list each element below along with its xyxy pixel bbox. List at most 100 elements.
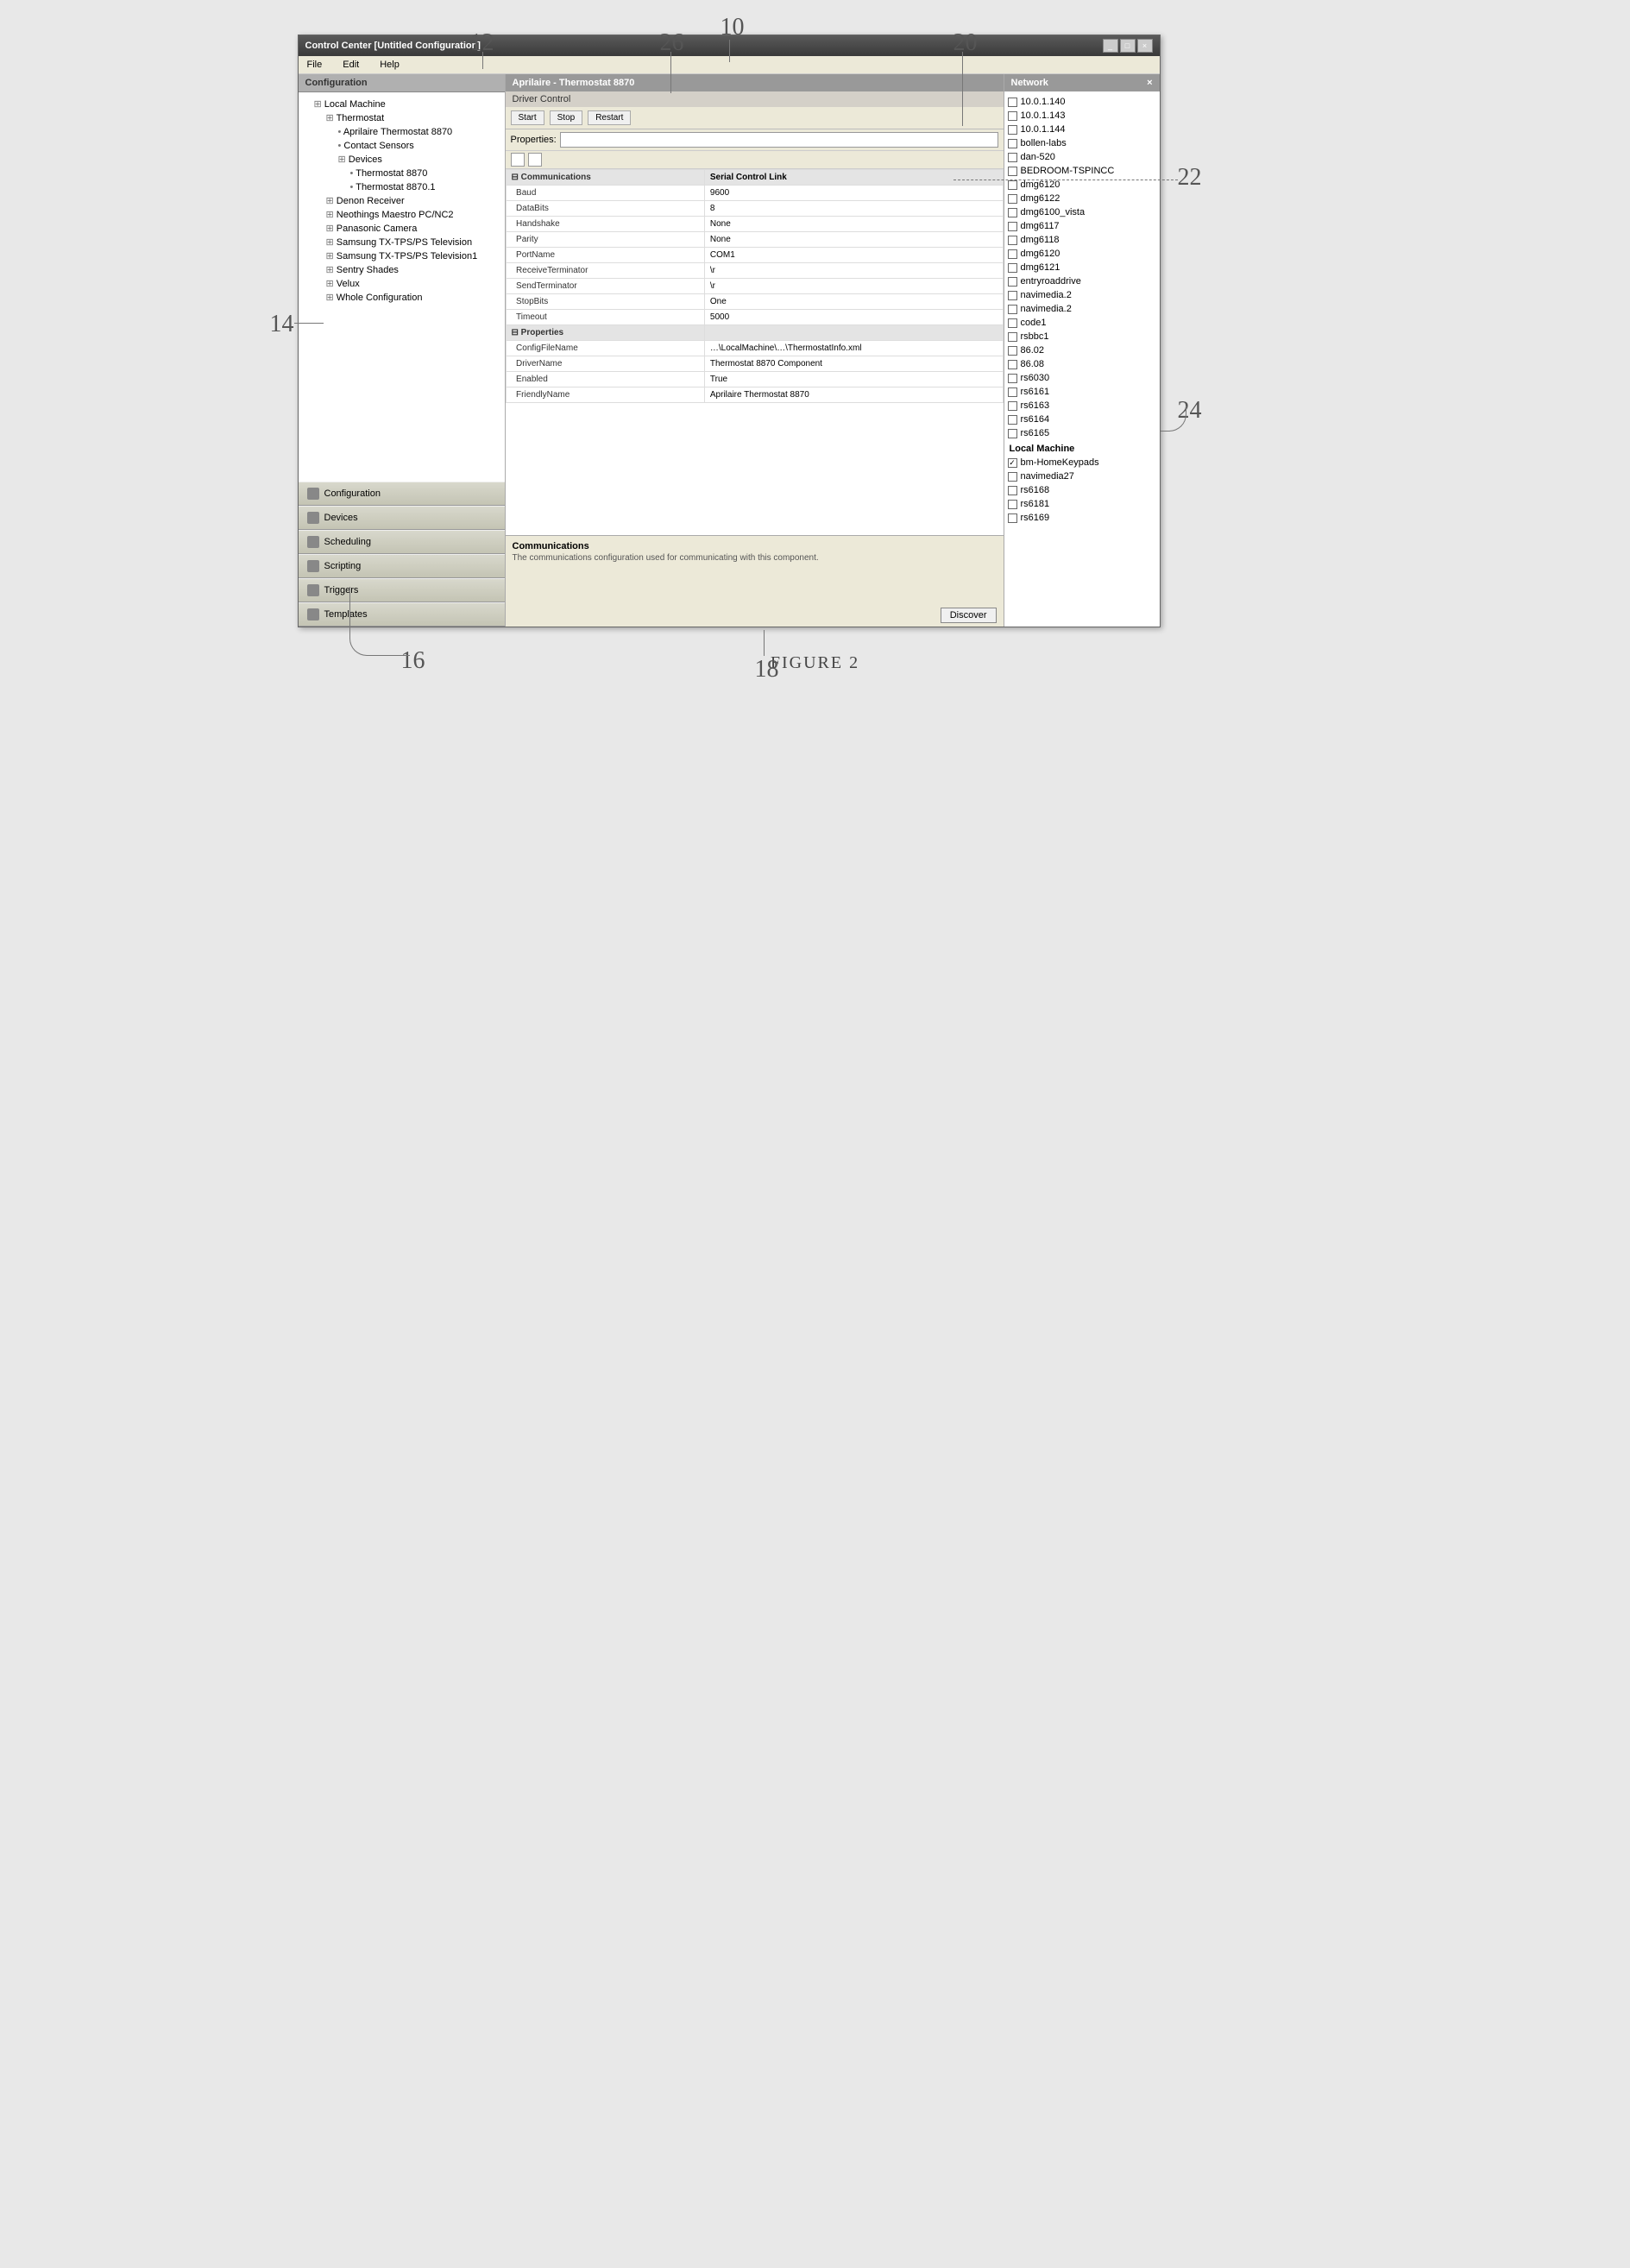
network-item[interactable]: rs6169 <box>1008 511 1156 525</box>
menu-edit[interactable]: Edit <box>337 58 364 72</box>
network-item[interactable]: navimedia.2 <box>1008 288 1156 302</box>
checkbox[interactable] <box>1008 458 1017 468</box>
stop-button[interactable]: Stop <box>550 110 583 125</box>
menu-help[interactable]: Help <box>374 58 405 72</box>
checkbox[interactable] <box>1008 500 1017 509</box>
prop-group[interactable]: ⊟ Communications <box>506 170 704 186</box>
checkbox[interactable] <box>1008 429 1017 438</box>
close-button[interactable]: × <box>1137 39 1153 53</box>
network-item[interactable]: 10.0.1.144 <box>1008 123 1156 136</box>
network-item[interactable]: rs6163 <box>1008 399 1156 413</box>
checkbox[interactable] <box>1008 291 1017 300</box>
network-item[interactable]: dmg6100_vista <box>1008 205 1156 219</box>
checkbox[interactable] <box>1008 513 1017 523</box>
tree-item[interactable]: Aprilaire Thermostat 8870 <box>338 125 501 139</box>
checkbox[interactable] <box>1008 486 1017 495</box>
checkbox[interactable] <box>1008 139 1017 148</box>
tree-item[interactable]: Samsung TX-TPS/PS Television <box>326 236 501 249</box>
network-item[interactable]: rs6165 <box>1008 426 1156 440</box>
network-list[interactable]: 10.0.1.14010.0.1.14310.0.1.144bollen-lab… <box>1004 91 1160 627</box>
restart-button[interactable]: Restart <box>588 110 631 125</box>
checkbox[interactable] <box>1008 153 1017 162</box>
tree-item[interactable]: Velux <box>326 277 501 291</box>
checkbox[interactable] <box>1008 263 1017 273</box>
network-item[interactable]: entryroaddrive <box>1008 274 1156 288</box>
prop-value[interactable]: 5000 <box>704 310 1003 325</box>
checkbox[interactable] <box>1008 222 1017 231</box>
alphabetize-button[interactable] <box>528 153 542 167</box>
nav-configuration[interactable]: Configuration <box>299 482 505 506</box>
tree-item[interactable]: Thermostat 8870 <box>350 167 501 180</box>
network-item[interactable]: dmg6120 <box>1008 247 1156 261</box>
tree-item[interactable]: DevicesThermostat 8870Thermostat 8870.1 <box>338 153 501 194</box>
tree-item[interactable]: Samsung TX-TPS/PS Television1 <box>326 249 501 263</box>
prop-value[interactable]: COM1 <box>704 248 1003 263</box>
prop-value[interactable]: \r <box>704 279 1003 294</box>
network-item[interactable]: 86.08 <box>1008 357 1156 371</box>
checkbox[interactable] <box>1008 305 1017 314</box>
prop-value[interactable]: None <box>704 217 1003 232</box>
network-item[interactable]: 10.0.1.140 <box>1008 95 1156 109</box>
network-item[interactable]: BEDROOM-TSPINCC <box>1008 164 1156 178</box>
categorize-button[interactable] <box>511 153 525 167</box>
menu-file[interactable]: File <box>302 58 328 72</box>
prop-value[interactable]: Aprilaire Thermostat 8870 <box>704 387 1003 403</box>
prop-group[interactable]: ⊟ Properties <box>506 325 704 341</box>
network-item[interactable]: rs6181 <box>1008 497 1156 511</box>
network-item[interactable]: dmg6117 <box>1008 219 1156 233</box>
prop-value[interactable]: True <box>704 372 1003 387</box>
nav-scheduling[interactable]: Scheduling <box>299 530 505 554</box>
checkbox[interactable] <box>1008 360 1017 369</box>
network-close-icon[interactable]: × <box>1147 78 1152 88</box>
checkbox[interactable] <box>1008 401 1017 411</box>
checkbox[interactable] <box>1008 332 1017 342</box>
tree-item[interactable]: ThermostatAprilaire Thermostat 8870Conta… <box>326 111 501 194</box>
network-item[interactable]: code1 <box>1008 316 1156 330</box>
checkbox[interactable] <box>1008 374 1017 383</box>
prop-value[interactable]: …\LocalMachine\…\ThermostatInfo.xml <box>704 341 1003 356</box>
network-item[interactable]: bollen-labs <box>1008 136 1156 150</box>
network-item[interactable]: 86.02 <box>1008 343 1156 357</box>
prop-value[interactable]: \r <box>704 263 1003 279</box>
checkbox[interactable] <box>1008 111 1017 121</box>
nav-devices[interactable]: Devices <box>299 506 505 530</box>
checkbox[interactable] <box>1008 125 1017 135</box>
prop-value[interactable]: Thermostat 8870 Component <box>704 356 1003 372</box>
tree-item[interactable]: Contact Sensors <box>338 139 501 153</box>
prop-value[interactable]: 9600 <box>704 186 1003 201</box>
network-item[interactable]: rsbbc1 <box>1008 330 1156 343</box>
tree-item[interactable]: Sentry Shades <box>326 263 501 277</box>
checkbox[interactable] <box>1008 277 1017 287</box>
network-item[interactable]: rs6164 <box>1008 413 1156 426</box>
checkbox[interactable] <box>1008 387 1017 397</box>
network-item[interactable]: rs6030 <box>1008 371 1156 385</box>
prop-value[interactable]: One <box>704 294 1003 310</box>
tree-item[interactable]: Neothings Maestro PC/NC2 <box>326 208 501 222</box>
network-item[interactable]: navimedia27 <box>1008 469 1156 483</box>
properties-input[interactable] <box>560 132 998 148</box>
checkbox[interactable] <box>1008 236 1017 245</box>
config-tree[interactable]: Local MachineThermostatAprilaire Thermos… <box>299 92 505 482</box>
prop-value[interactable]: None <box>704 232 1003 248</box>
checkbox[interactable] <box>1008 180 1017 190</box>
checkbox[interactable] <box>1008 346 1017 356</box>
tree-item[interactable]: Denon Receiver <box>326 194 501 208</box>
checkbox[interactable] <box>1008 208 1017 217</box>
network-item[interactable]: 10.0.1.143 <box>1008 109 1156 123</box>
checkbox[interactable] <box>1008 472 1017 482</box>
network-item[interactable]: dmg6122 <box>1008 192 1156 205</box>
tree-item[interactable]: Panasonic Camera <box>326 222 501 236</box>
network-item[interactable]: bm-HomeKeypads <box>1008 456 1156 469</box>
minimize-button[interactable]: _ <box>1103 39 1118 53</box>
network-item[interactable]: dmg6121 <box>1008 261 1156 274</box>
network-item[interactable]: rs6168 <box>1008 483 1156 497</box>
checkbox[interactable] <box>1008 194 1017 204</box>
checkbox[interactable] <box>1008 249 1017 259</box>
network-item[interactable]: rs6161 <box>1008 385 1156 399</box>
discover-button[interactable]: Discover <box>941 608 997 623</box>
nav-scripting[interactable]: Scripting <box>299 554 505 578</box>
checkbox[interactable] <box>1008 98 1017 107</box>
checkbox[interactable] <box>1008 415 1017 425</box>
maximize-button[interactable]: □ <box>1120 39 1136 53</box>
network-item[interactable]: navimedia.2 <box>1008 302 1156 316</box>
